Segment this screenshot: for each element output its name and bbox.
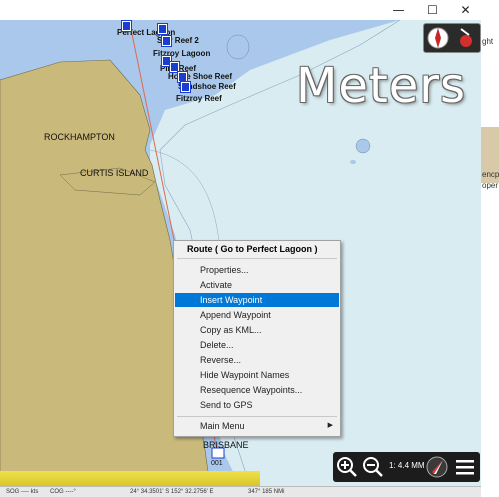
scale-readout: 1: 4.4 MM: [389, 461, 425, 470]
background-window-edge: [481, 20, 499, 497]
route-context-menu: Route ( Go to Perfect Lagoon ) Propertie…: [173, 240, 341, 437]
menu-separator: [177, 258, 337, 259]
waypoint-icon[interactable]: [121, 20, 132, 32]
menu-hamburger-icon[interactable]: [453, 455, 477, 479]
waypoint-icon[interactable]: [161, 35, 172, 47]
sog-readout: SOG ---- kts: [6, 489, 39, 495]
place-label: BRISBANE: [203, 440, 249, 450]
maximize-button[interactable]: ☐: [416, 0, 449, 20]
cog-readout: COG ----°: [50, 489, 76, 495]
menu-title: Route ( Go to Perfect Lagoon ): [187, 244, 318, 254]
waypoint-icon[interactable]: [180, 81, 191, 93]
place-label: ROCKHAMPTON: [44, 132, 115, 142]
zoom-out-icon[interactable]: [361, 455, 385, 479]
menu-item-reverse[interactable]: Reverse...: [175, 353, 339, 367]
menu-item-copy-kml[interactable]: Copy as KML...: [175, 323, 339, 337]
status-bar: SOG ---- kts COG ----° 24° 34.3501' S 15…: [0, 486, 481, 497]
menu-item-activate[interactable]: Activate: [175, 278, 339, 292]
ship-icon[interactable]: [425, 455, 449, 479]
waypoint-icon[interactable]: [157, 23, 168, 35]
bearing-distance-readout: 347° 185 NMi: [248, 489, 285, 495]
depth-units-watermark: Meters: [296, 58, 467, 114]
close-button[interactable]: ✕: [449, 0, 482, 20]
menu-item-hide-waypoint-names[interactable]: Hide Waypoint Names: [175, 368, 339, 382]
place-label: CURTIS ISLAND: [80, 168, 149, 178]
background-text: oper: [482, 181, 499, 190]
chart-window: ROCKHAMPTON CURTIS ISLAND BRISBANE 001 P…: [0, 0, 499, 497]
menu-item-append-waypoint[interactable]: Append Waypoint: [175, 308, 339, 322]
title-bar: — ☐ ✕: [0, 0, 499, 20]
menu-item-resequence-waypoints[interactable]: Resequence Waypoints...: [175, 383, 339, 397]
reef-label: Fitzroy Reef: [176, 94, 222, 103]
menu-item-insert-waypoint[interactable]: Insert Waypoint: [175, 293, 339, 307]
zoom-in-icon[interactable]: [335, 455, 359, 479]
waypoint-icon[interactable]: [177, 71, 188, 83]
waypoint-icon[interactable]: [169, 61, 180, 73]
menu-item-send-to-gps[interactable]: Send to GPS: [175, 398, 339, 412]
menu-item-main-menu[interactable]: Main Menu ▶: [175, 419, 339, 433]
minimize-button[interactable]: —: [382, 0, 415, 20]
background-text: encp: [482, 170, 499, 179]
cursor-position-readout: 24° 34.3501' S 152° 32.2756' E: [130, 489, 214, 495]
submenu-arrow-icon: ▶: [327, 422, 333, 429]
menu-item-delete[interactable]: Delete...: [175, 338, 339, 352]
chart-bar[interactable]: [0, 471, 260, 486]
waypoint-label: 001: [211, 460, 223, 467]
menu-item-properties[interactable]: Properties...: [175, 263, 339, 277]
background-text: ght: [482, 37, 494, 46]
compass-widget[interactable]: [423, 23, 481, 53]
menu-separator: [177, 416, 337, 417]
